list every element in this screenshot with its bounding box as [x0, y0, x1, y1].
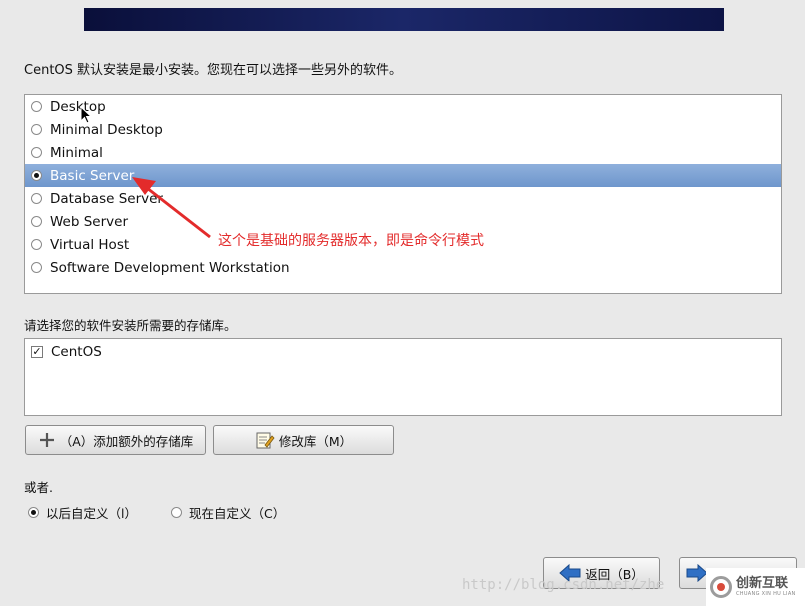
modify-repo-label: 修改库（M） [278, 433, 353, 449]
add-repo-button[interactable]: （A）添加额外的存储库 [25, 425, 206, 455]
radio-icon[interactable] [31, 239, 42, 250]
env-label: Minimal Desktop [50, 121, 163, 138]
mouse-cursor-icon [80, 106, 92, 124]
radio-icon[interactable] [31, 262, 42, 273]
env-label: Web Server [50, 213, 128, 230]
checkbox-checked-icon[interactable]: ✓ [31, 346, 43, 358]
radio-icon[interactable] [31, 147, 42, 158]
radio-selected-icon[interactable] [31, 170, 42, 181]
repo-item-centos[interactable]: ✓ CentOS [25, 341, 102, 363]
logo-icon [710, 576, 732, 598]
repo-section-label: 请选择您的软件安装所需要的存储库。 [24, 318, 237, 333]
env-label: Virtual Host [50, 236, 130, 253]
edit-notepad-icon [255, 430, 275, 450]
radio-selected-icon[interactable] [28, 506, 39, 518]
radio-icon[interactable] [31, 193, 42, 204]
add-repo-label: （A）添加额外的存储库 [59, 433, 194, 449]
watermark-text: http://blog.csdn.net/zhe [462, 577, 665, 593]
top-banner [84, 8, 724, 31]
env-option-minimal[interactable]: Minimal [25, 141, 781, 164]
annotation-text: 这个是基础的服务器版本，即是命令行模式 [218, 233, 484, 249]
customize-now-option[interactable]: 现在自定义（C） [169, 503, 285, 521]
plus-icon [38, 431, 56, 449]
env-option-minimal-desktop[interactable]: Minimal Desktop [25, 118, 781, 141]
modify-repo-button[interactable]: 修改库（M） [213, 425, 394, 455]
environment-list: Desktop Minimal Desktop Minimal Basic Se… [24, 94, 782, 294]
radio-icon[interactable] [171, 506, 182, 518]
radio-icon[interactable] [31, 216, 42, 227]
env-label: Desktop [50, 98, 106, 115]
intro-text: CentOS 默认安装是最小安装。您现在可以选择一些另外的软件。 [24, 63, 403, 78]
repo-list: ✓ CentOS [24, 338, 782, 416]
env-option-basic-server[interactable]: Basic Server [25, 164, 781, 187]
arrow-right-icon [686, 564, 708, 582]
env-option-software-dev-workstation[interactable]: Software Development Workstation [25, 256, 781, 279]
logo-text-cn: 创新互联 [736, 576, 789, 591]
env-option-desktop[interactable]: Desktop [25, 95, 781, 118]
logo-badge: 创新互联 CHUANG XIN HU LIAN [706, 568, 805, 606]
env-option-database-server[interactable]: Database Server [25, 187, 781, 210]
logo-text-en: CHUANG XIN HU LIAN [736, 591, 796, 597]
customize-later-label: 以后自定义（l） [46, 505, 137, 521]
repo-label: CentOS [51, 344, 102, 360]
env-label: Database Server [50, 190, 163, 207]
env-label: Basic Server [50, 167, 135, 184]
or-label: 或者. [24, 480, 53, 495]
env-label: Software Development Workstation [50, 259, 290, 276]
customize-now-label: 现在自定义（C） [189, 505, 286, 521]
env-label: Minimal [50, 144, 103, 161]
radio-icon[interactable] [31, 124, 42, 135]
customize-later-option[interactable]: 以后自定义（l） [26, 503, 137, 521]
radio-icon[interactable] [31, 101, 42, 112]
